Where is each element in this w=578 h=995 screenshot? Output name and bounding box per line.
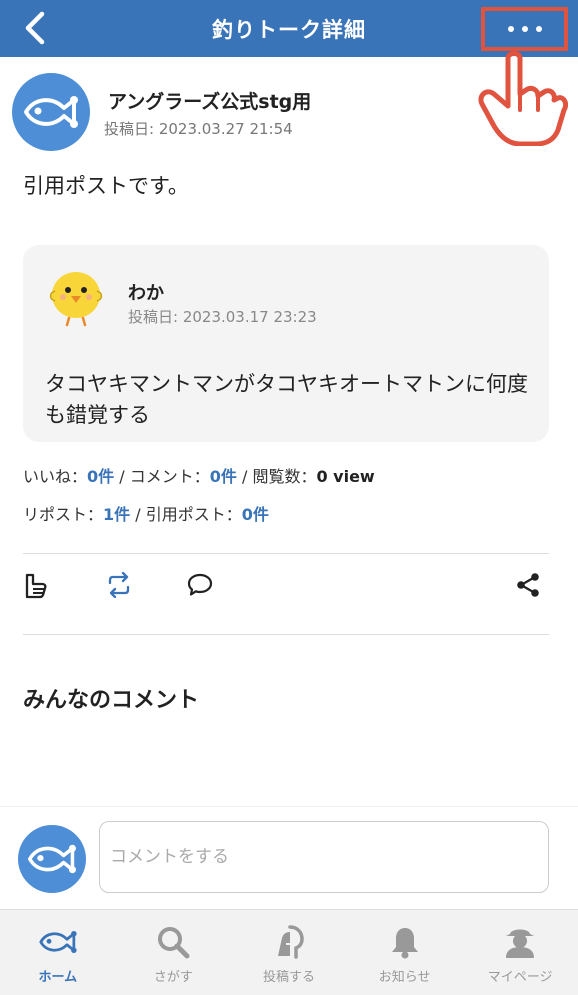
divider: [23, 553, 549, 554]
my-avatar: [18, 825, 86, 893]
post-date: 投稿日: 2023.03.27 21:54: [104, 120, 293, 138]
share-button[interactable]: [513, 570, 543, 600]
quoted-post-date: 投稿日: 2023.03.17 23:23: [128, 308, 317, 326]
divider: [23, 634, 549, 635]
engagement-stats: いいね：0件 / コメント：0件 / 閲覧数：0 view: [23, 463, 375, 487]
tab-notifications[interactable]: お知らせ: [347, 910, 463, 995]
quoted-author-name[interactable]: わか: [128, 279, 164, 305]
more-dot: [521, 26, 528, 32]
comments-count[interactable]: 0件: [210, 467, 237, 486]
tab-label: さがす: [153, 970, 193, 985]
repost-stats: リポスト：1件 / 引用ポスト：0件: [23, 501, 269, 525]
reposts-label: リポスト：: [23, 505, 104, 524]
tab-label: マイページ: [487, 970, 553, 985]
author-name[interactable]: アングラーズ公式stg用: [108, 87, 311, 114]
quoted-post-card[interactable]: わか 投稿日: 2023.03.17 23:23 タコヤキマントマンがタコヤキオ…: [23, 245, 549, 442]
more-dot: [535, 26, 542, 32]
likes-count[interactable]: 0件: [87, 467, 114, 486]
post-body: 引用ポストです。: [23, 174, 189, 198]
more-options-button[interactable]: [481, 7, 568, 51]
bell-icon: [385, 924, 425, 960]
fish-icon: [38, 924, 78, 960]
comment-bar: [0, 806, 578, 909]
pointing-hand-icon: [478, 51, 568, 146]
speech-bubble-icon: [187, 573, 213, 596]
repost-icon: [108, 572, 130, 598]
views-count: 0 view: [316, 467, 375, 486]
search-icon: [153, 924, 193, 960]
views-label: / 閲覧数：: [236, 467, 317, 486]
quoted-post-body: タコヤキマントマンがタコヤキオートマトンに何度も錯覚する: [45, 372, 528, 427]
repost-button[interactable]: [104, 570, 134, 600]
tab-label: 投稿する: [262, 970, 315, 985]
tab-search[interactable]: さがす: [116, 910, 232, 995]
quotes-count[interactable]: 0件: [242, 505, 269, 524]
more-dot: [507, 26, 514, 32]
tab-label: ホーム: [38, 970, 78, 985]
chick-avatar: [49, 272, 103, 327]
thumbs-up-icon: [25, 573, 47, 599]
app-header: 釣りトーク詳細: [0, 0, 578, 57]
tab-home[interactable]: ホーム: [0, 910, 116, 995]
fish-logo-icon: [28, 844, 76, 874]
like-button[interactable]: [22, 570, 52, 600]
fish-logo-icon: [24, 96, 78, 128]
comments-section-title: みんなのコメント: [23, 688, 200, 713]
tab-mypage[interactable]: マイページ: [462, 910, 578, 995]
tab-post[interactable]: 投稿する: [231, 910, 347, 995]
reposts-count[interactable]: 1件: [103, 505, 130, 524]
user-icon: [500, 924, 540, 960]
tab-label: お知らせ: [378, 970, 431, 985]
author-avatar[interactable]: [12, 73, 90, 151]
bottom-tab-bar: ホーム さがす 投稿する お知らせ マイページ: [0, 909, 578, 995]
share-icon: [517, 573, 539, 597]
comment-input[interactable]: [99, 821, 549, 893]
likes-label: いいね：: [23, 467, 88, 486]
comments-label: / コメント：: [114, 467, 210, 486]
comment-button[interactable]: [185, 570, 215, 600]
post-icon: [269, 924, 309, 960]
quotes-label: / 引用ポスト：: [130, 505, 242, 524]
